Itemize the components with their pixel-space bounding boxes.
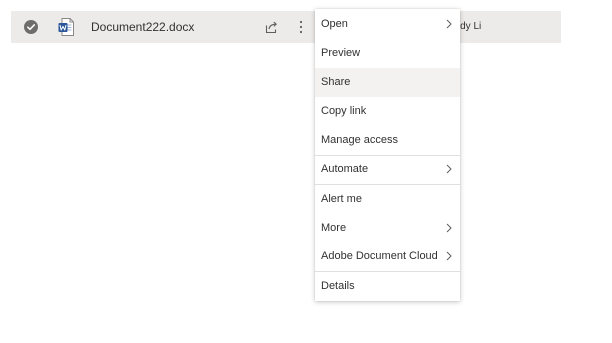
menu-item-adobe-document-cloud[interactable]: Adobe Document Cloud	[315, 242, 460, 271]
file-name-link[interactable]: Document222.docx	[91, 19, 194, 35]
context-menu: Open Preview Share Copy link Manage acce…	[315, 9, 460, 301]
file-row[interactable]: Document222.docx endy Li	[11, 11, 561, 43]
menu-item-label: Share	[321, 76, 351, 88]
chevron-right-icon	[446, 164, 452, 174]
menu-item-manage-access[interactable]: Manage access	[315, 126, 460, 155]
menu-item-label: More	[321, 222, 347, 234]
more-actions-icon[interactable]	[299, 19, 303, 35]
menu-item-more[interactable]: More	[315, 214, 460, 243]
menu-item-copy-link[interactable]: Copy link	[315, 97, 460, 126]
menu-item-details[interactable]: Details	[315, 272, 460, 301]
menu-item-automate[interactable]: Automate	[315, 155, 460, 184]
word-doc-icon	[58, 18, 74, 36]
menu-item-label: Details	[321, 280, 355, 292]
menu-item-label: Alert me	[321, 193, 362, 205]
menu-item-label: Copy link	[321, 105, 367, 117]
menu-item-label: Manage access	[321, 134, 399, 146]
chevron-right-icon	[446, 251, 452, 261]
selected-check-icon[interactable]	[24, 20, 38, 34]
page: Document222.docx endy Li Open Preview Sh…	[0, 0, 612, 343]
menu-item-alert-me[interactable]: Alert me	[315, 185, 460, 214]
chevron-right-icon	[446, 19, 452, 29]
share-icon[interactable]	[264, 20, 278, 34]
menu-item-open[interactable]: Open	[315, 10, 460, 39]
menu-item-label: Adobe Document Cloud	[321, 250, 438, 262]
menu-item-label: Preview	[321, 47, 361, 59]
menu-item-label: Open	[321, 18, 348, 30]
menu-item-preview[interactable]: Preview	[315, 39, 460, 68]
menu-item-share[interactable]: Share	[315, 68, 460, 97]
menu-item-label: Automate	[321, 163, 369, 175]
chevron-right-icon	[446, 223, 452, 233]
